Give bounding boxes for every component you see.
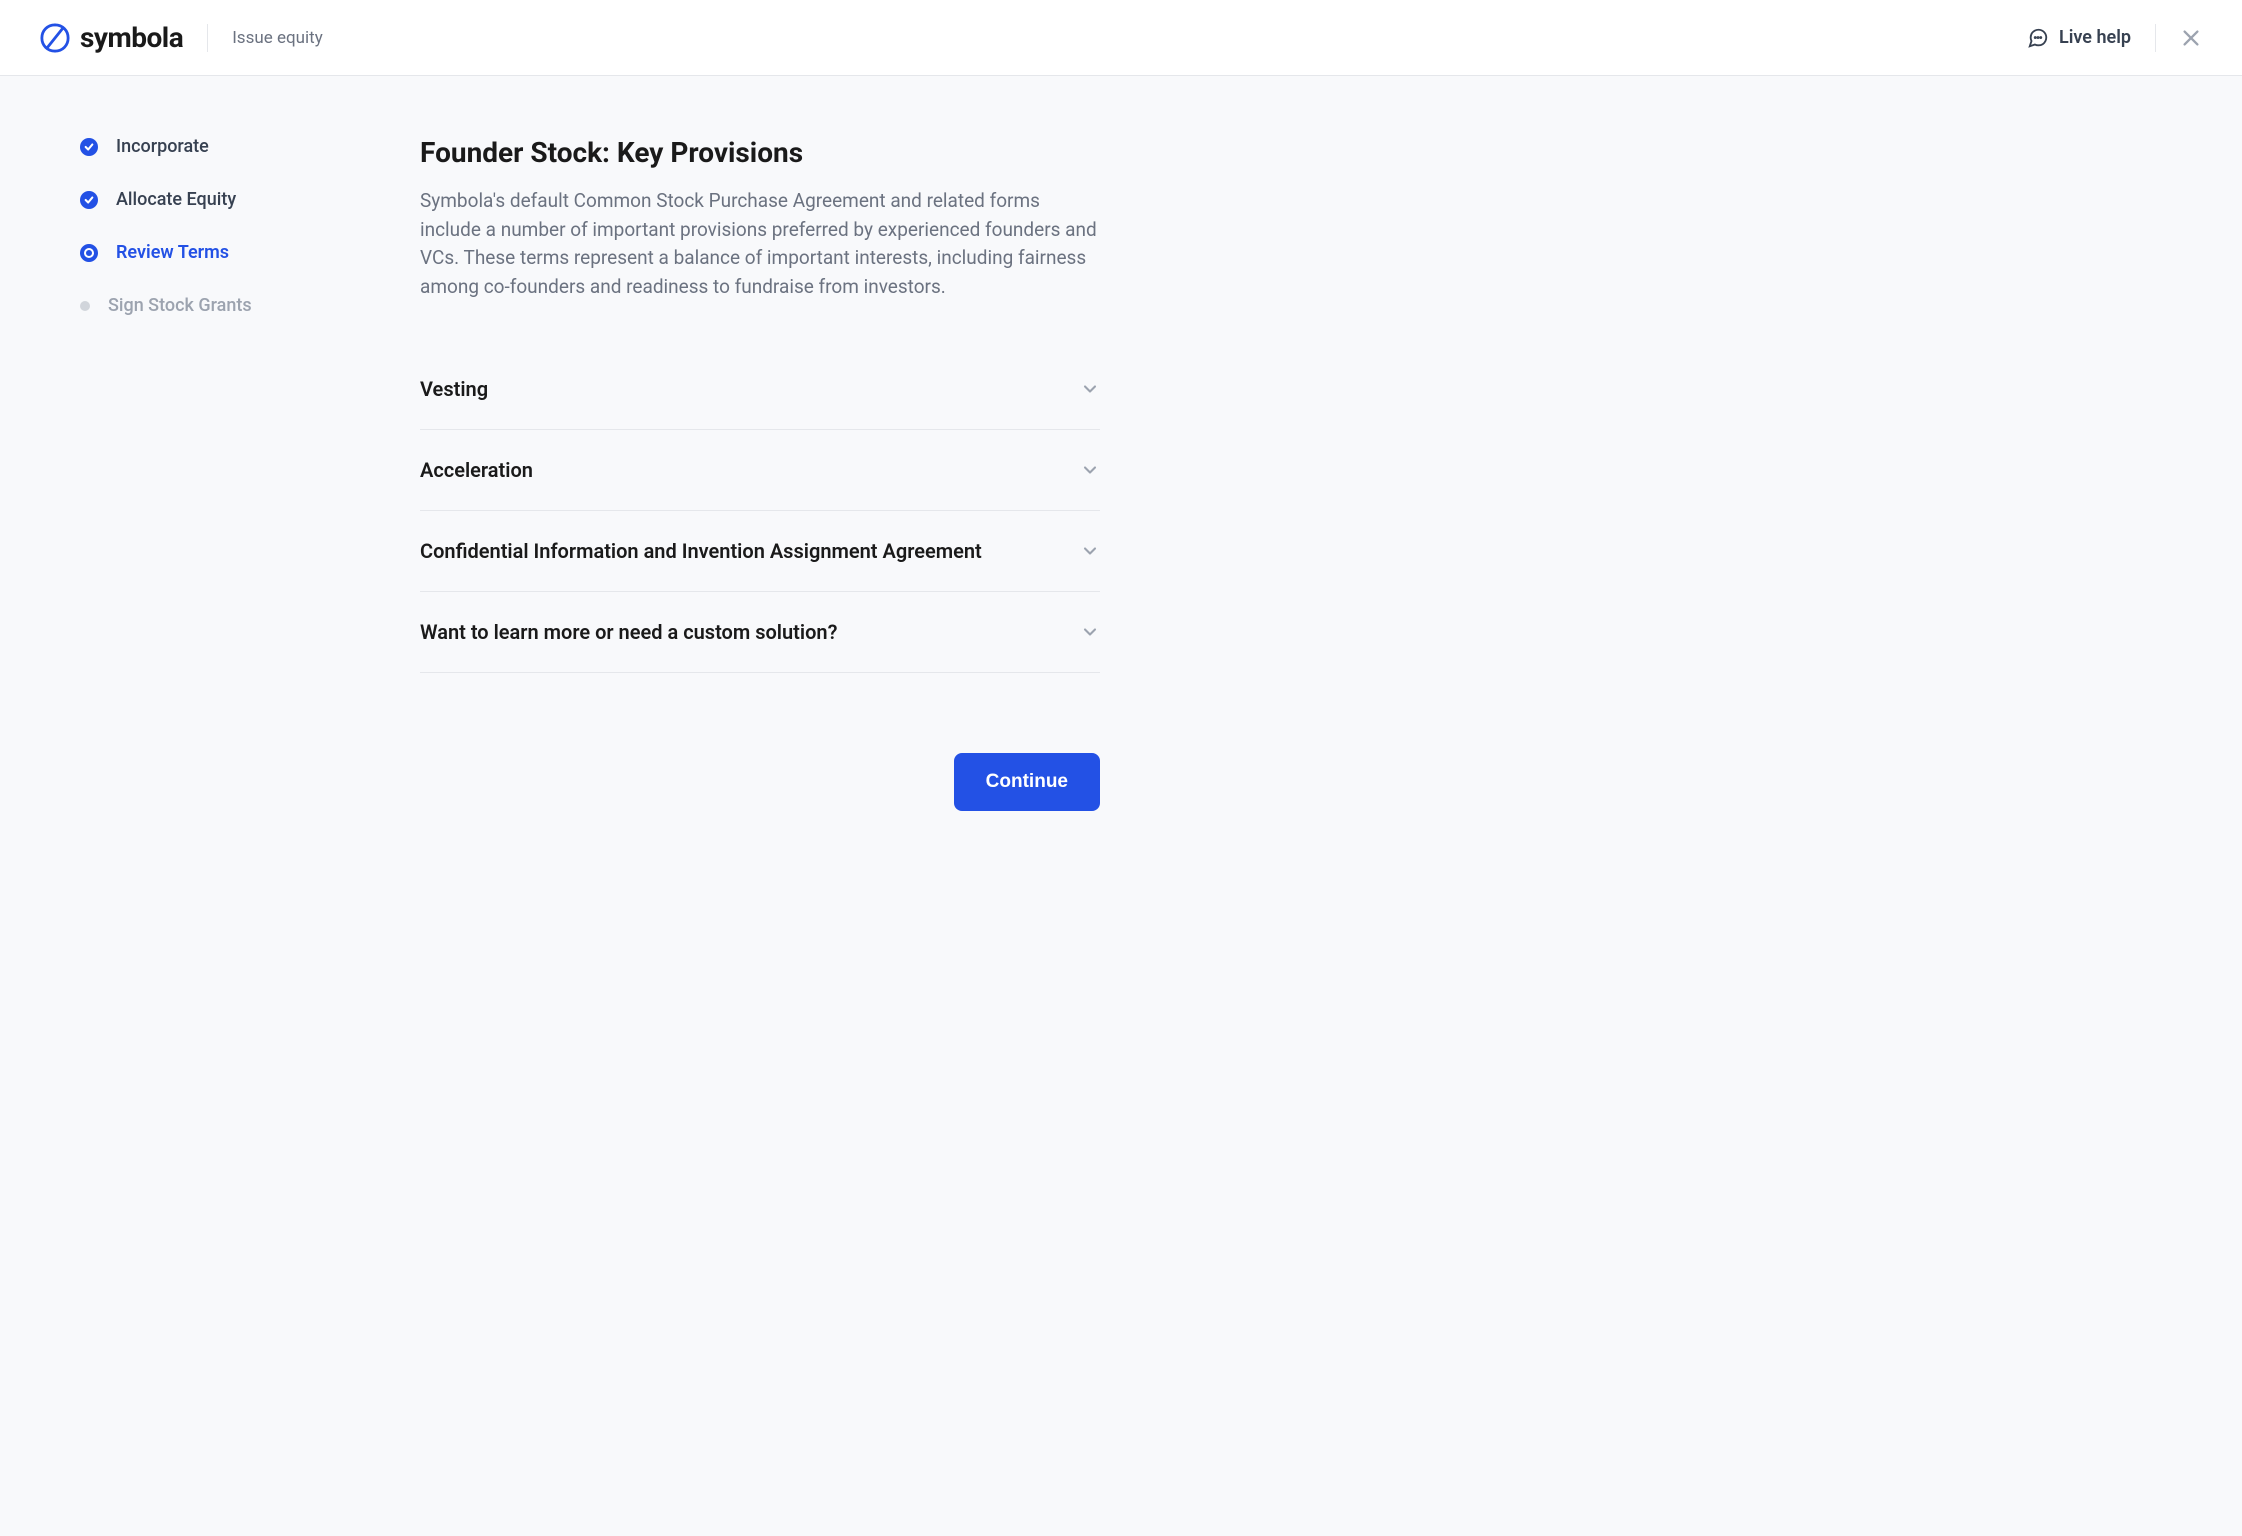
step-indicator-pending [80, 301, 90, 311]
header-divider [2155, 24, 2156, 52]
header-divider [207, 24, 208, 52]
footer-actions: Continue [420, 753, 1100, 811]
close-button[interactable] [2180, 27, 2202, 49]
step-label: Allocate Equity [116, 189, 236, 210]
header-context: Issue equity [232, 28, 323, 48]
step-label: Incorporate [116, 136, 209, 157]
accordion-title: Acceleration [420, 458, 533, 482]
accordion-vesting[interactable]: Vesting [420, 349, 1100, 430]
close-icon [2180, 27, 2202, 49]
accordion-learn-more[interactable]: Want to learn more or need a custom solu… [420, 592, 1100, 673]
content: Founder Stock: Key Provisions Symbola's … [420, 136, 1100, 811]
chevron-down-icon [1080, 622, 1100, 642]
chevron-down-icon [1080, 541, 1100, 561]
header-left: symbola Issue equity [40, 21, 323, 54]
header-right: Live help [2027, 24, 2202, 52]
live-help-label: Live help [2059, 27, 2131, 48]
accordion-title: Vesting [420, 377, 488, 401]
continue-button[interactable]: Continue [954, 753, 1100, 811]
step-sidebar: Incorporate Allocate Equity Review Terms… [80, 136, 340, 811]
brand-logo[interactable]: symbola [40, 21, 183, 54]
live-help-button[interactable]: Live help [2027, 27, 2131, 49]
step-incorporate[interactable]: Incorporate [80, 136, 340, 157]
step-label: Review Terms [116, 242, 229, 263]
step-review-terms[interactable]: Review Terms [80, 242, 340, 263]
main: Incorporate Allocate Equity Review Terms… [0, 76, 1320, 871]
accordion-ciia[interactable]: Confidential Information and Invention A… [420, 511, 1100, 592]
accordion-acceleration[interactable]: Acceleration [420, 430, 1100, 511]
brand-name: symbola [80, 21, 183, 54]
page-description: Symbola's default Common Stock Purchase … [420, 187, 1100, 301]
chevron-down-icon [1080, 460, 1100, 480]
chat-icon [2027, 27, 2049, 49]
app-header: symbola Issue equity Live help [0, 0, 2242, 76]
symbola-logo-icon [40, 23, 70, 53]
step-indicator-completed [80, 138, 98, 156]
accordion-title: Want to learn more or need a custom solu… [420, 620, 837, 644]
check-icon [84, 195, 94, 205]
step-indicator-active [80, 244, 98, 262]
step-indicator-completed [80, 191, 98, 209]
step-label: Sign Stock Grants [108, 295, 252, 316]
chevron-down-icon [1080, 379, 1100, 399]
check-icon [84, 142, 94, 152]
accordion-title: Confidential Information and Invention A… [420, 539, 982, 563]
page-title: Founder Stock: Key Provisions [420, 136, 1100, 169]
step-sign-stock-grants[interactable]: Sign Stock Grants [80, 295, 340, 316]
step-allocate-equity[interactable]: Allocate Equity [80, 189, 340, 210]
